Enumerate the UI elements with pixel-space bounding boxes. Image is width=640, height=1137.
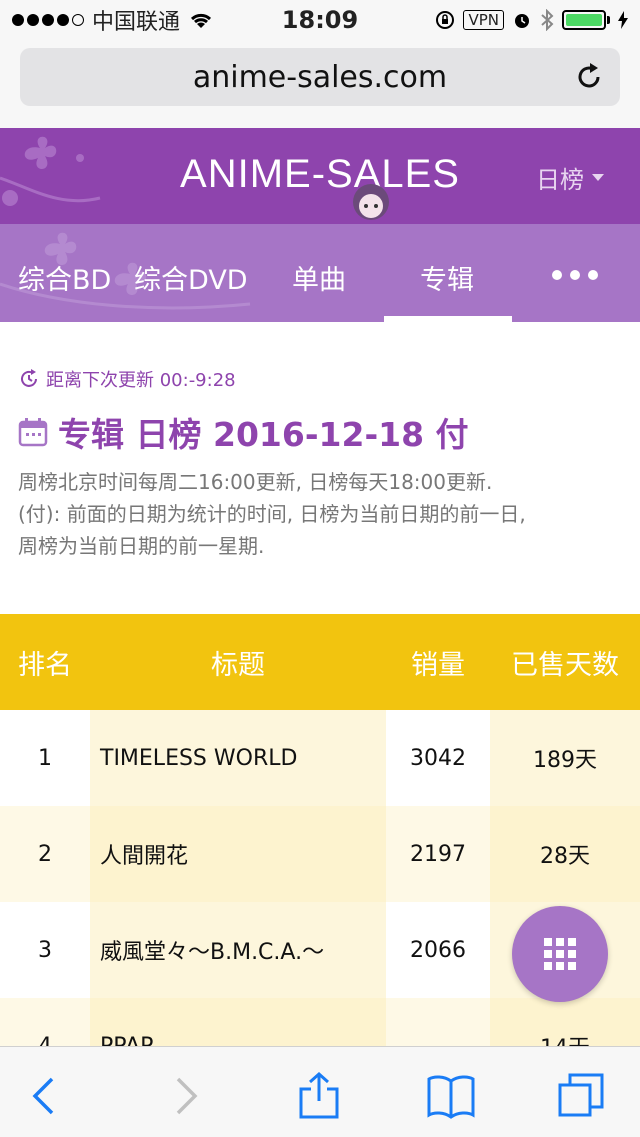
category-tabs: 综合BD 综合DVD 单曲 专辑 — [0, 224, 640, 322]
header-days: 已售天数 — [511, 649, 619, 681]
signal-icon — [12, 14, 84, 26]
cell-rank: 3 — [38, 937, 52, 963]
header-sales: 销量 — [411, 649, 465, 681]
status-left: 中国联通 — [12, 4, 214, 36]
alarm-icon — [515, 14, 529, 28]
cell-days: 28天 — [490, 806, 640, 902]
tab-album[interactable]: 专辑 — [420, 258, 474, 297]
more-tabs-icon[interactable] — [552, 270, 598, 280]
tab-bd[interactable]: 综合BD — [18, 258, 111, 297]
cell-rank: 1 — [38, 745, 52, 771]
ranking-table: 排名 标题 销量 已售天数 1 TIMELESS WORLD 3042 189天… — [0, 614, 640, 1094]
chevron-down-icon — [592, 174, 604, 181]
active-tab-indicator — [384, 316, 512, 322]
url-bar[interactable]: anime-sales.com — [20, 48, 620, 106]
wifi-icon — [190, 13, 212, 28]
header-title: 标题 — [211, 649, 265, 681]
note-line: (付): 前面的日期为统计的时间, 日榜为当前日期的前一日, — [18, 502, 526, 526]
cell-rank: 2 — [38, 841, 52, 867]
mascot-icon — [353, 184, 389, 220]
bookmarks-icon[interactable] — [426, 1071, 476, 1121]
table-row[interactable]: 1 TIMELESS WORLD 3042 189天 — [0, 710, 640, 806]
status-bar: 中国联通 18:09 VPN — [0, 0, 640, 40]
battery-icon — [562, 10, 610, 30]
cell-title[interactable]: 人間開花 — [90, 806, 386, 902]
reload-icon[interactable] — [572, 60, 606, 94]
tab-dvd[interactable]: 综合DVD — [134, 258, 248, 297]
back-icon[interactable] — [20, 1071, 70, 1121]
tabs-icon[interactable] — [556, 1071, 606, 1121]
header-rank: 排名 — [18, 649, 72, 681]
vpn-badge: VPN — [463, 10, 504, 30]
tab-single[interactable]: 单曲 — [292, 258, 346, 297]
charging-icon — [618, 11, 628, 29]
browser-toolbar — [0, 1046, 640, 1137]
cell-sales: 2197 — [410, 841, 466, 867]
cell-sales: 3042 — [410, 745, 466, 771]
calendar-icon — [18, 418, 48, 447]
bluetooth-icon — [541, 9, 554, 31]
menu-fab-button[interactable] — [512, 906, 608, 1002]
cell-days: 189天 — [490, 710, 640, 806]
site-header: ANIME-SALES 日榜 — [0, 128, 640, 224]
table-row[interactable]: 2 人間開花 2197 28天 — [0, 806, 640, 902]
grid-icon — [544, 938, 576, 970]
update-note: 周榜北京时间每周二16:00更新, 日榜每天18:00更新. (付): 前面的日… — [18, 466, 638, 562]
table-header: 排名 标题 销量 已售天数 — [0, 614, 640, 710]
refresh-clock-icon — [21, 369, 37, 387]
url-text: anime-sales.com — [192, 59, 448, 95]
note-line: 周榜为当前日期的前一星期. — [18, 534, 265, 558]
cell-title[interactable]: TIMELESS WORLD — [90, 710, 386, 806]
rank-type-label: 日榜 — [536, 166, 584, 194]
cell-title[interactable]: 威風堂々～B.M.C.A.～ — [90, 902, 386, 998]
note-line: 周榜北京时间每周二16:00更新, 日榜每天18:00更新. — [18, 470, 493, 494]
countdown-text: 距离下次更新 00:-9:28 — [46, 370, 236, 391]
status-right: VPN — [435, 9, 628, 31]
share-icon[interactable] — [294, 1071, 344, 1121]
cell-sales: 2066 — [410, 937, 466, 963]
rank-type-dropdown[interactable]: 日榜 — [536, 160, 604, 195]
forward-icon[interactable] — [160, 1071, 210, 1121]
carrier-label: 中国联通 — [92, 10, 181, 35]
page-title: 专辑 日榜 2016-12-18 付 — [18, 408, 469, 456]
browser-chrome: anime-sales.com — [0, 40, 640, 128]
page-title-text: 专辑 日榜 2016-12-18 付 — [58, 415, 469, 454]
update-countdown: 距离下次更新 00:-9:28 — [18, 366, 236, 392]
rotation-lock-icon — [436, 11, 455, 29]
